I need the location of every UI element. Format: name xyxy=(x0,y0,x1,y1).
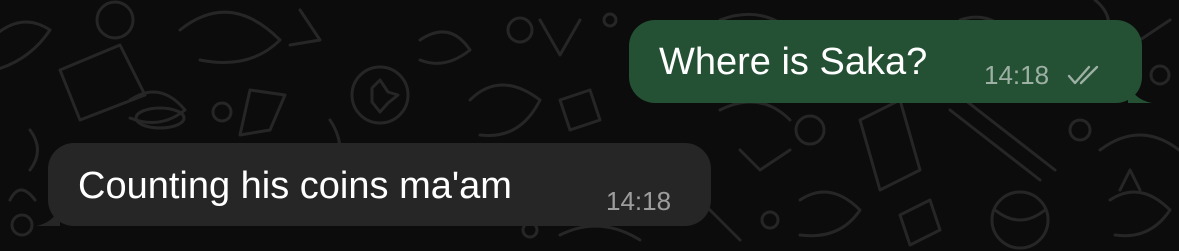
chat-view: Where is Saka? 14:18 Counting his coins … xyxy=(0,0,1179,251)
message-text: Where is Saka? xyxy=(659,41,928,83)
bubble-tail xyxy=(36,204,60,226)
double-check-icon xyxy=(1067,65,1099,85)
incoming-message-bubble[interactable]: Counting his coins ma'am 14:18 xyxy=(36,143,711,226)
message-time: 14:18 xyxy=(606,186,672,216)
message-text: Counting his coins ma'am xyxy=(78,165,512,207)
bubble-tail xyxy=(1128,81,1152,103)
outgoing-message-bubble[interactable]: Where is Saka? 14:18 xyxy=(629,20,1152,103)
message-time: 14:18 xyxy=(984,60,1050,90)
